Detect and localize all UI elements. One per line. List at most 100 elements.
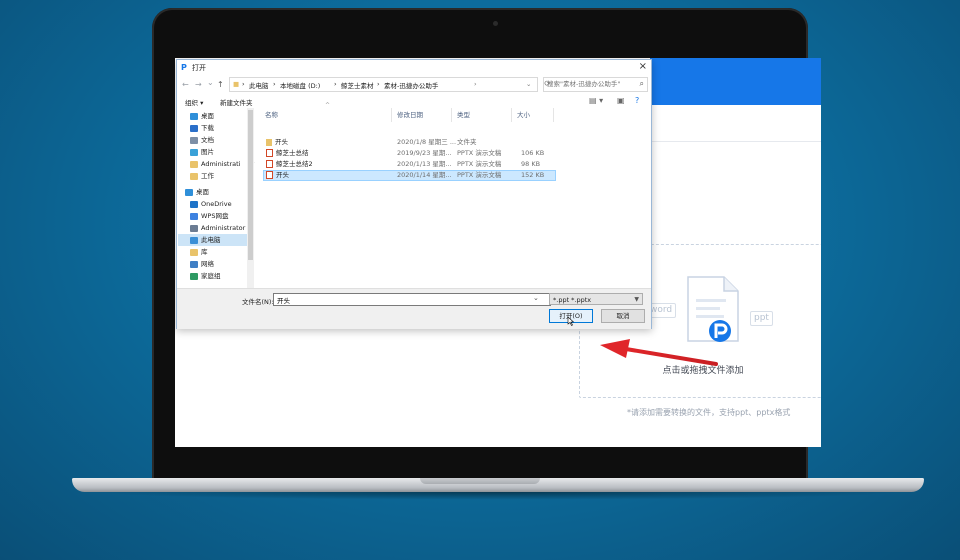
screen: word ppt 点击或拖拽文件添加 *请添加需要转换的文件，支持ppt、ppt…	[175, 58, 821, 447]
pictures-icon	[190, 148, 198, 156]
file-size: 152 KB	[521, 171, 545, 179]
breadcrumb-drive[interactable]: 本地磁盘 (D:)	[280, 80, 320, 90]
column-separator[interactable]	[553, 108, 554, 122]
file-name-text: 鲸芝士总结	[276, 149, 309, 157]
column-type[interactable]: 类型	[457, 109, 470, 119]
search-box[interactable]: ⌕	[543, 77, 648, 92]
nav-item-homegroup[interactable]: 家庭组	[190, 270, 255, 282]
column-separator[interactable]	[391, 108, 392, 122]
document-illustration-icon	[687, 276, 739, 342]
nav-item-administrati[interactable]: Administrati✦	[190, 158, 255, 170]
help-icon[interactable]: ?	[635, 96, 639, 105]
file-type: PPTX 演示文稿	[457, 171, 502, 179]
nav-item-library[interactable]: 库	[190, 246, 255, 258]
filename-dropdown-icon[interactable]: ⌄	[533, 294, 539, 302]
dialog-titlebar[interactable]: P 打开 ×	[177, 60, 651, 75]
up-arrow-icon[interactable]: ↑	[217, 80, 224, 89]
filetype-select[interactable]: *.ppt *.pptx ▼	[549, 293, 643, 305]
nav-label: Administrati	[201, 160, 241, 168]
file-name: 鲸芝士总结2	[266, 159, 313, 170]
nav-item-onedrive[interactable]: OneDrive	[190, 198, 255, 210]
search-input[interactable]	[544, 78, 638, 89]
nav-label: 家庭组	[201, 272, 221, 280]
file-row[interactable]: 鲸芝士总结2 2020/1/13 星期... PPTX 演示文稿 98 KB	[263, 159, 554, 170]
column-separator[interactable]	[511, 108, 512, 122]
scroll-thumb[interactable]	[248, 110, 253, 260]
desktop-icon	[190, 112, 198, 120]
cancel-button[interactable]: 取消	[601, 309, 645, 323]
address-bar[interactable]: ■ › 此电脑 › 本地磁盘 (D:) › 鲸芝士素材 › 素材-迅捷办公助手 …	[229, 77, 551, 92]
nav-label: OneDrive	[201, 200, 232, 208]
app-subbar	[650, 105, 821, 142]
file-name-text: 鲸芝士总结2	[276, 160, 313, 168]
nav-label: 文档	[201, 136, 214, 144]
computer-icon	[190, 236, 198, 244]
breadcrumb-folder[interactable]: 鲸芝士素材	[341, 80, 374, 90]
nav-label: 桌面	[196, 188, 209, 196]
breadcrumb-sep: ›	[377, 80, 380, 88]
nav-item-documents[interactable]: 文档✦	[190, 134, 255, 146]
close-button[interactable]: ×	[639, 61, 647, 72]
network-icon	[190, 260, 198, 268]
ppt-chip: ppt	[750, 311, 773, 326]
nav-label: WPS网盘	[201, 212, 229, 220]
back-arrow-icon[interactable]: ←	[182, 80, 189, 89]
nav-item-this-pc[interactable]: 此电脑	[178, 234, 247, 246]
file-size: 106 KB	[521, 149, 545, 157]
nav-scrollbar[interactable]	[247, 108, 254, 288]
nav-item-network[interactable]: 网络	[190, 258, 255, 270]
file-type: PPTX 演示文稿	[457, 160, 502, 168]
library-icon	[190, 248, 198, 256]
recent-dropdown-icon[interactable]: ⌄	[207, 78, 214, 87]
nav-item-desktop[interactable]: 桌面✦	[190, 110, 255, 122]
cloud-icon	[190, 200, 198, 208]
navigation-pane: 桌面✦ 下载✦ 文档✦ 图片✦ Administrati✦ 工作✦ 桌面 One…	[177, 108, 255, 288]
nav-item-desktop-root[interactable]: 桌面	[185, 186, 255, 198]
nav-label: Administrator	[201, 224, 246, 232]
nav-label: 图片	[201, 148, 214, 156]
file-name: 开头	[266, 171, 289, 180]
nav-item-work[interactable]: 工作✦	[190, 170, 255, 182]
nav-item-wps[interactable]: WPS网盘	[190, 210, 255, 222]
file-name-text: 开头	[275, 138, 288, 146]
organize-button[interactable]: 组织 ▾	[185, 97, 203, 107]
nav-item-pictures[interactable]: 图片✦	[190, 146, 255, 158]
documents-icon	[190, 136, 198, 144]
homegroup-icon	[190, 272, 198, 280]
breadcrumb-current[interactable]: 素材-迅捷办公助手	[384, 80, 438, 90]
nav-label: 桌面	[201, 112, 214, 120]
dialog-title: 打开	[192, 64, 206, 72]
format-hint: *请添加需要转换的文件，支持ppt、pptx格式	[627, 408, 791, 417]
open-file-dialog: P 打开 × ← → ⌄ ↑ ■ › 此电脑 › 本地磁盘 (D:) › 鲸芝士…	[176, 59, 652, 329]
nav-item-administrator[interactable]: Administrator	[190, 222, 255, 234]
nav-label: 此电脑	[201, 236, 221, 244]
nav-label: 下载	[201, 124, 214, 132]
folder-icon: ■	[233, 80, 240, 88]
pptx-file-icon	[266, 160, 273, 168]
pptx-file-icon	[266, 171, 273, 179]
file-row[interactable]: 开头 2020/1/8 星期三 ... 文件夹	[263, 137, 554, 148]
nav-item-downloads[interactable]: 下载✦	[190, 122, 255, 134]
laptop-shadow	[90, 492, 906, 500]
sort-arrow-icon: ^	[325, 102, 331, 109]
column-size[interactable]: 大小	[517, 109, 530, 119]
laptop-notch	[420, 478, 540, 484]
column-separator[interactable]	[451, 108, 452, 122]
file-type: PPTX 演示文稿	[457, 149, 502, 157]
preview-pane-icon[interactable]: ▣	[617, 96, 625, 105]
filename-input[interactable]	[273, 293, 551, 306]
nav-label: 网络	[201, 260, 214, 268]
search-icon: ⌕	[639, 79, 644, 88]
nav-label: 工作	[201, 172, 214, 180]
file-row[interactable]: 鲸芝士总结 2019/9/23 星期... PPTX 演示文稿 106 KB	[263, 148, 554, 159]
breadcrumb-this-pc[interactable]: 此电脑	[249, 80, 269, 90]
view-options-icon[interactable]: ▤ ▾	[589, 96, 603, 105]
desktop-icon	[185, 188, 193, 196]
forward-arrow-icon[interactable]: →	[195, 80, 202, 89]
download-icon	[190, 124, 198, 132]
file-row-selected[interactable]: 开头 2020/1/14 星期... PPTX 演示文稿 152 KB	[263, 170, 556, 181]
column-name[interactable]: 名称	[265, 109, 278, 119]
column-date[interactable]: 修改日期	[397, 109, 423, 119]
new-folder-button[interactable]: 新建文件夹	[220, 97, 253, 107]
address-dropdown-icon[interactable]: ⌄	[526, 80, 531, 88]
